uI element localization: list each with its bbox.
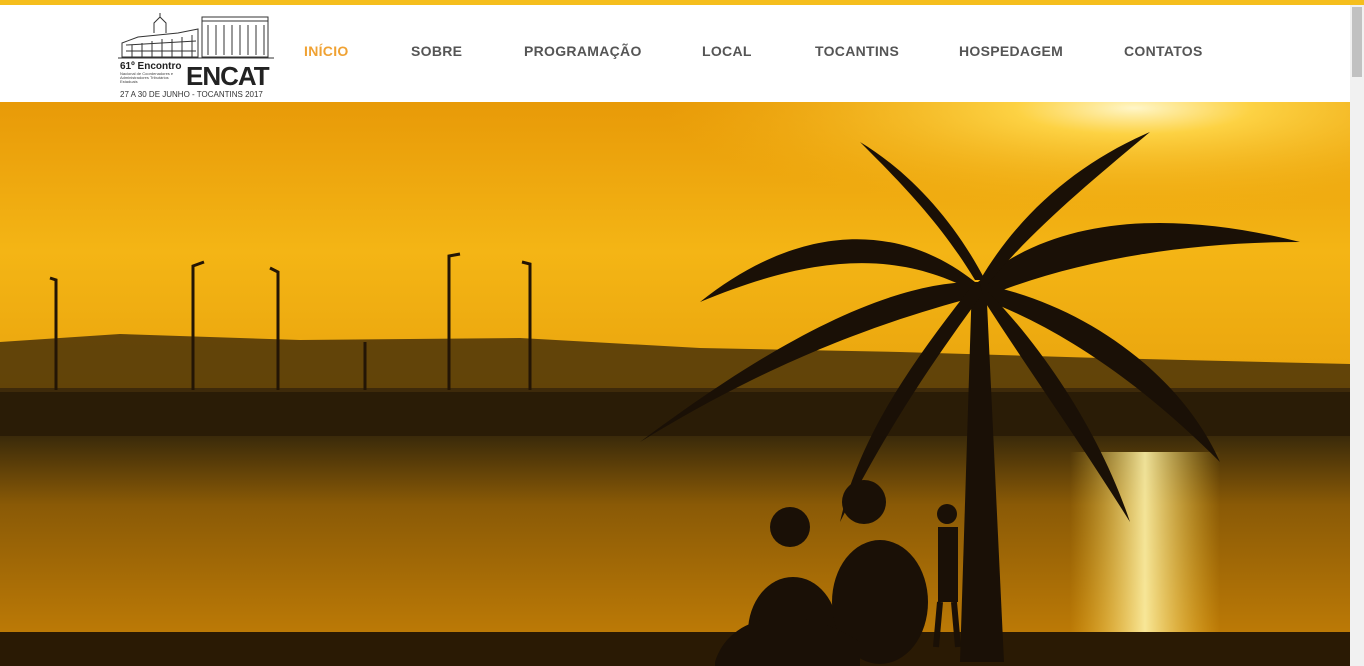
logo-subtitle: Nacional de Coordenadores e Administrado… [120, 71, 174, 84]
logo-brand: ENCAT [186, 61, 270, 91]
nav-local[interactable]: LOCAL [702, 43, 752, 59]
scrollbar-thumb[interactable] [1352, 7, 1362, 77]
encat-logo[interactable]: 61º Encontro Nacional de Coordenadores e… [118, 11, 274, 101]
hero-image [0, 102, 1350, 666]
site-header: 61º Encontro Nacional de Coordenadores e… [0, 5, 1350, 102]
nav-contatos[interactable]: CONTATOS [1124, 43, 1203, 59]
page-scrollbar[interactable] [1350, 5, 1364, 666]
nav-hospedagem[interactable]: HOSPEDAGEM [959, 43, 1063, 59]
logo-dates: 27 A 30 DE JUNHO - TOCANTINS 2017 [120, 90, 263, 99]
building-logo-icon [118, 13, 274, 59]
nav-programacao[interactable]: PROGRAMAÇÃO [524, 43, 642, 59]
nav-tocantins[interactable]: TOCANTINS [815, 43, 899, 59]
nav-inicio[interactable]: INÍCIO [304, 43, 349, 59]
nav-sobre[interactable]: SOBRE [411, 43, 462, 59]
sunset-palm-beach-photo [0, 102, 1350, 666]
